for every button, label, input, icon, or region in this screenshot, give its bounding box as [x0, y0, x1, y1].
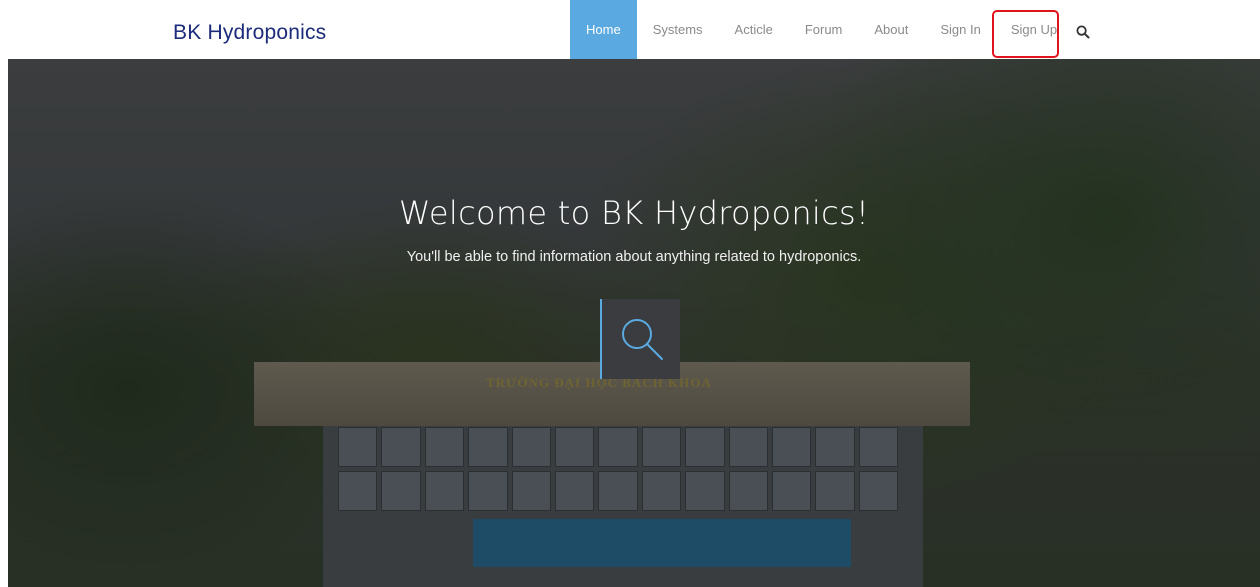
hero-search-button[interactable]	[600, 299, 680, 379]
search-icon	[1076, 25, 1090, 39]
nav-forum[interactable]: Forum	[789, 0, 859, 59]
hero-banner: TRƯỜNG ĐẠI HỌC BÁCH KHOA Welcome to BK H…	[8, 59, 1260, 587]
nav-home[interactable]: Home	[570, 0, 637, 59]
nav-article[interactable]: Acticle	[719, 0, 789, 59]
building-windows	[338, 427, 899, 467]
nav-about[interactable]: About	[858, 0, 924, 59]
nav-sign-up[interactable]: Sign Up	[997, 0, 1071, 59]
building-banner	[473, 519, 851, 567]
brand-logo[interactable]: BK Hydroponics	[173, 21, 326, 45]
top-navbar: BK Hydroponics Home Systems Acticle Foru…	[0, 0, 1260, 59]
nav-systems[interactable]: Systems	[637, 0, 719, 59]
nav-search-button[interactable]	[1076, 25, 1090, 39]
hero-title: Welcome to BK Hydroponics!	[398, 194, 870, 232]
search-icon	[622, 319, 663, 360]
building-windows	[338, 471, 899, 511]
nav-sign-in[interactable]: Sign In	[924, 0, 996, 59]
hero-subtitle: You'll be able to find information about…	[406, 249, 862, 265]
main-nav: Home Systems Acticle Forum About Sign In…	[570, 0, 1071, 59]
